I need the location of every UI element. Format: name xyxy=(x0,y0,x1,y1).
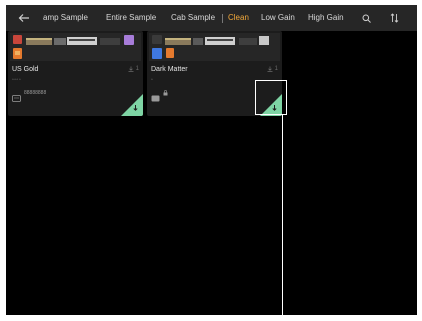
gear-chain-thumbnail xyxy=(149,33,280,61)
gear-chain-thumbnail xyxy=(10,33,141,61)
tab-clean[interactable]: Clean xyxy=(228,5,249,31)
app-screen: amp Sample Entire Sample Cab Sample Clea… xyxy=(6,5,417,315)
preset-name: US Gold xyxy=(12,66,39,73)
tab-low-gain[interactable]: Low Gain xyxy=(261,5,295,31)
download-badge-icon[interactable] xyxy=(121,94,143,116)
device-icon xyxy=(151,89,160,107)
tab-entire-sample[interactable]: Entire Sample xyxy=(106,5,156,31)
search-icon[interactable] xyxy=(359,5,373,31)
callout-line xyxy=(282,115,283,321)
preset-meta: 88888888 xyxy=(24,90,47,96)
download-icon xyxy=(267,66,273,72)
top-navigation-bar: amp Sample Entire Sample Cab Sample Clea… xyxy=(6,5,417,31)
tab-separator xyxy=(222,14,223,23)
highlight-box xyxy=(255,80,287,115)
tab-high-gain[interactable]: High Gain xyxy=(308,5,344,31)
download-count-value: 1 xyxy=(135,66,139,72)
tab-cab-sample[interactable]: Cab Sample xyxy=(171,5,215,31)
sort-icon[interactable] xyxy=(387,5,401,31)
preset-subtitle: ▫▫▫▫ xyxy=(12,77,22,83)
lock-icon xyxy=(163,90,168,98)
download-count: 1 xyxy=(267,66,278,72)
tab-amp-sample[interactable]: amp Sample xyxy=(43,5,88,31)
preset-card[interactable]: US Gold 1 ▫▫▫▫ 88888888 xyxy=(8,31,143,116)
download-count: 1 xyxy=(128,66,139,72)
preset-subtitle: ▫ xyxy=(151,77,154,83)
download-count-value: 1 xyxy=(274,66,278,72)
back-arrow-icon[interactable] xyxy=(16,5,32,31)
download-icon xyxy=(128,66,134,72)
preset-name: Dark Matter xyxy=(151,66,188,73)
device-icon xyxy=(12,89,21,107)
